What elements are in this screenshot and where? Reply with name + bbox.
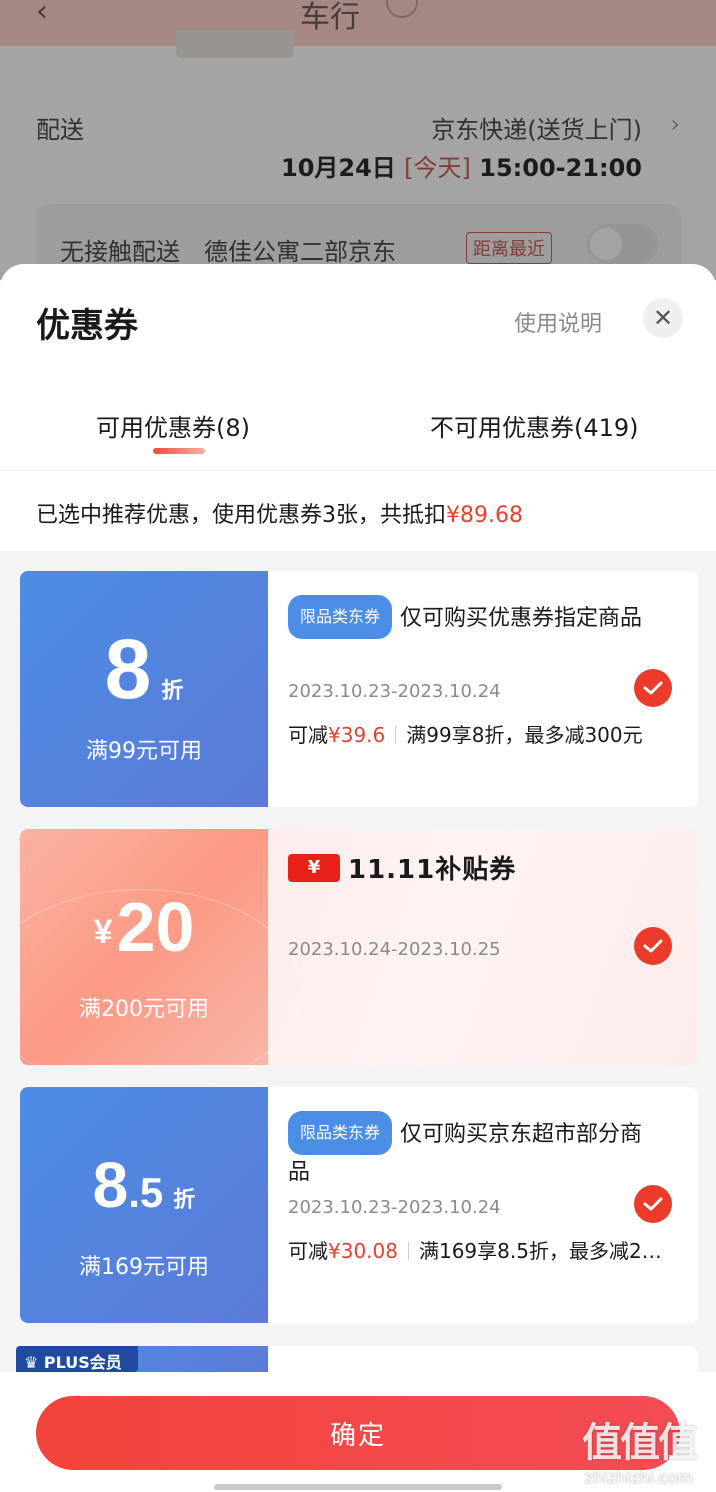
coupon-value: 8折 (20, 627, 268, 733)
summary-text: 已选中推荐优惠，使用优惠券3张，共抵扣¥89.68 (36, 497, 523, 529)
watermark-url: zhizhizhi.com (584, 1468, 694, 1487)
coupon-rule: 满169享8.5折，最多减2… (418, 1239, 662, 1263)
watermark: 值值值 zhizhizhi.com (564, 1410, 714, 1487)
coupon-save-label: 可减 (288, 1239, 328, 1263)
tab-available[interactable]: 可用优惠券(8) (96, 408, 250, 443)
crown-icon: ♛ (24, 1353, 39, 1372)
help-link[interactable]: 使用说明 (514, 306, 602, 338)
coupon-rule: 满99享8折，最多减300元 (406, 723, 643, 747)
coupon-value-unit: 折 (173, 1187, 196, 1212)
coupon-date: 2023.10.23-2023.10.24 (288, 1197, 501, 1218)
coupon-value-dec: .5 (128, 1169, 164, 1216)
coupon-value-number: 20 (116, 888, 195, 966)
coupon-value-unit: 折 (161, 678, 184, 703)
coupon-currency: ¥ (93, 913, 113, 951)
coupon-card[interactable]: 8.5 折 满169元可用 限品类东券 仅可购买京东超市部分商品 2023.10.2… (20, 1087, 698, 1323)
plus-badge-label: PLUS会员 (43, 1353, 122, 1372)
coupon-card[interactable]: ¥20 满200元可用 ¥ 11.11补贴券 2023.10.24-2023.1… (20, 829, 698, 1065)
yen-icon: ¥ (288, 853, 340, 882)
coupon-detail: 可减¥30.08 满169享8.5折，最多减2… (288, 1235, 668, 1264)
coupon-condition: 满99元可用 (86, 739, 202, 764)
selection-summary: 已选中推荐优惠，使用优惠券3张，共抵扣¥89.68 (0, 471, 716, 551)
coupon-info: 限品类东券 仅可购买京东超市部分商品 2023.10.23-2023.10.24 … (268, 1087, 698, 1323)
summary-prefix: 已选中推荐优惠，使用优惠券3张，共抵扣 (36, 503, 446, 528)
check-icon[interactable] (634, 1185, 672, 1223)
tab-unavailable[interactable]: 不可用优惠券(419) (430, 408, 639, 443)
check-icon[interactable] (634, 927, 672, 965)
coupon-value-number: 8 (104, 622, 152, 716)
double11-logo: ¥ 11.11补贴券 (288, 849, 516, 886)
summary-amount: ¥89.68 (446, 503, 523, 528)
coupon-condition: 满169元可用 (79, 1255, 209, 1280)
close-icon: ✕ (652, 304, 674, 332)
coupon-info: 限品类东券 仅可购买优惠券指定商品 2023.10.23-2023.10.24 可… (268, 571, 698, 807)
sheet-title: 优惠券 (36, 306, 138, 346)
double11-text: 11.11补贴券 (348, 855, 517, 885)
coupon-description: 限品类东券 仅可购买京东超市部分商品 (288, 1111, 660, 1191)
coupon-value-panel: 8折 满99元可用 (20, 571, 268, 807)
coupon-card[interactable]: 8折 满99元可用 限品类东券 仅可购买优惠券指定商品 2023.10.23-20… (20, 571, 698, 807)
coupon-value-int: 8 (92, 1149, 129, 1221)
tab-active-indicator (153, 448, 205, 454)
coupon-tag: 限品类东券 (288, 1111, 393, 1155)
dim-overlay[interactable] (0, 0, 716, 280)
coupon-description: 限品类东券 仅可购买优惠券指定商品 (288, 595, 660, 639)
check-icon[interactable] (634, 669, 672, 707)
coupon-detail: 可减¥39.6 满99享8折，最多减300元 (288, 719, 668, 748)
coupon-value: 8.5 折 (20, 1143, 268, 1242)
separator (407, 1242, 409, 1260)
plus-member-badge: ♛ PLUS会员 (16, 1346, 138, 1372)
coupon-save-amount: ¥39.6 (328, 723, 386, 747)
home-indicator[interactable] (214, 1484, 502, 1490)
sheet-header: 优惠券 使用说明 ✕ 可用优惠券(8) 不可用优惠券(419) (0, 264, 716, 470)
coupon-value-panel: 8.5 折 满169元可用 (20, 1087, 268, 1323)
coupon-info: ¥ 11.11补贴券 2023.10.24-2023.10.25 (268, 829, 698, 1065)
coupon-condition: 满200元可用 (79, 997, 209, 1022)
coupon-value: ¥20 (20, 885, 268, 974)
coupon-tag: 限品类东券 (288, 595, 393, 639)
watermark-logo: 值值值 (582, 1420, 698, 1466)
background-page: ‹ 车行 配送 京东快递(送货上门) › 10月24日 [今天] 15:00-2… (0, 0, 716, 284)
coupon-description-text: 仅可购买优惠券指定商品 (400, 606, 643, 631)
coupon-save-amount: ¥30.08 (328, 1239, 398, 1263)
separator (395, 726, 397, 744)
coupon-sheet: 优惠券 使用说明 ✕ 可用优惠券(8) 不可用优惠券(419) 已选中推荐优惠，… (0, 264, 716, 1492)
close-button[interactable]: ✕ (643, 298, 683, 338)
coupon-save-label: 可减 (288, 723, 328, 747)
coupon-date: 2023.10.23-2023.10.24 (288, 681, 501, 702)
coupon-date: 2023.10.24-2023.10.25 (288, 939, 501, 960)
coupon-value-panel: ¥20 满200元可用 (20, 829, 302, 1065)
